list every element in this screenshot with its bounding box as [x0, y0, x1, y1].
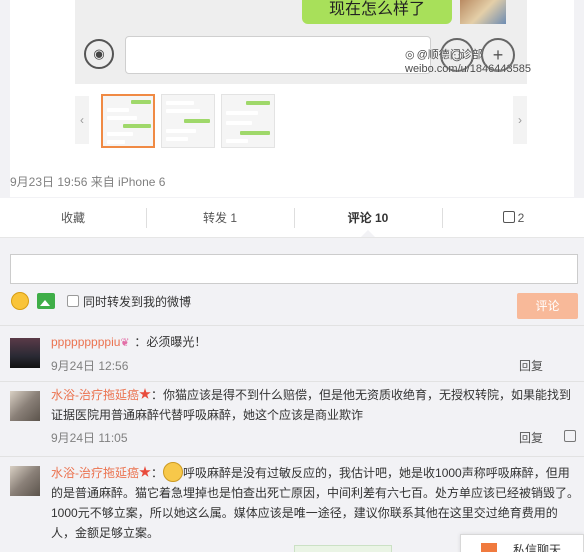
private-chat-button[interactable]: 私信聊天 — [460, 534, 584, 552]
image-watermark: ◎ @顺德门诊部 weibo.com/u/1846443585 — [405, 48, 535, 76]
comment-item: 水浴-治疗拖延癌 ：你猫应该是得不到什么赔偿，但是他无资质收绝育，无授权转院，如果… — [0, 381, 584, 455]
chevron-left-icon[interactable]: ‹ — [75, 96, 89, 144]
post-media-card: 现在怎么样了 ◉ ☺ + ◎ @顺德门诊部 weibo.com/u/1846443… — [10, 0, 574, 197]
comment-body: 水浴-治疗拖延癌 ：你猫应该是得不到什么赔偿，但是他无资质收绝育，无授权转院，如果… — [51, 385, 579, 425]
image-upload-icon[interactable] — [37, 293, 55, 309]
comment-body: pppppppppiu❦ ：必须曝光！ — [51, 332, 579, 352]
thumbs-up-icon[interactable] — [564, 430, 576, 442]
favorite-button[interactable]: 收藏 — [0, 198, 146, 238]
comment-list: pppppppppiu❦ ：必须曝光！ 9月24日 12:56 回复 水浴-治疗拖… — [0, 325, 584, 552]
active-tab-indicator — [361, 230, 375, 237]
post-action-bar: 收藏 转发 1 评论 10 2 — [0, 198, 584, 238]
post-time-source: 9月23日 19:56 来自 iPhone 6 — [10, 175, 166, 189]
commenter-name[interactable]: 水浴-治疗拖延癌 — [51, 466, 139, 480]
repost-checkbox-label: 同时转发到我的微博 — [83, 295, 192, 309]
comment-body: 水浴-治疗拖延癌：呼吸麻醉是没有过敏反应的，我估计吧，她是收1000声称呼吸麻醉… — [51, 462, 579, 543]
chevron-right-icon[interactable]: › — [513, 96, 527, 144]
comment-time: 9月24日 11:05 — [51, 431, 128, 445]
repost-button[interactable]: 转发 1 — [147, 198, 293, 238]
submit-comment-button[interactable]: 评论 — [517, 293, 578, 319]
reply-button[interactable]: 回复 — [519, 429, 543, 446]
like-button[interactable]: 2 — [443, 198, 584, 238]
repost-checkbox[interactable] — [67, 295, 79, 307]
comment-text: ：必须曝光！ — [134, 335, 207, 349]
weibo-logo-icon: ◎ — [405, 49, 415, 61]
watermark-handle: @顺德门诊部 — [416, 49, 483, 61]
like-count: 2 — [517, 211, 525, 225]
emoji-face-icon — [163, 462, 184, 482]
floating-toolbar[interactable] — [294, 545, 392, 552]
star-badge-icon — [139, 388, 151, 399]
private-chat-label: 私信聊天 — [513, 543, 562, 552]
commenter-name[interactable]: 水浴-治疗拖延癌 — [51, 388, 139, 402]
thumbnail-3[interactable] — [221, 94, 275, 148]
comment-time: 9月24日 12:56 — [51, 359, 129, 373]
image-thumbnail-strip: ‹ › — [75, 92, 527, 148]
avatar[interactable] — [10, 338, 40, 368]
butterfly-badge-icon: ❦ — [120, 337, 130, 349]
avatar[interactable] — [10, 466, 40, 496]
reply-button[interactable]: 回复 — [519, 357, 543, 374]
thumbnail-2[interactable] — [161, 94, 215, 148]
emoji-icon[interactable] — [11, 292, 29, 310]
avatar[interactable] — [10, 391, 40, 421]
thumbnail-1[interactable] — [101, 94, 155, 148]
commenter-name[interactable]: pppppppppiu — [51, 335, 120, 349]
chat-avatar — [460, 0, 506, 24]
envelope-icon — [481, 543, 497, 552]
comment-composer: 同时转发到我的微博 评论 — [0, 239, 584, 325]
watermark-url: weibo.com/u/1846443585 — [405, 63, 531, 75]
comment-item: pppppppppiu❦ ：必须曝光！ 9月24日 12:56 回复 — [0, 325, 584, 380]
chat-bubble: 现在怎么样了 — [302, 0, 452, 24]
voice-icon: ◉ — [84, 39, 114, 69]
star-badge-icon — [139, 466, 151, 477]
comment-input[interactable] — [10, 254, 578, 284]
thumbs-up-icon — [502, 211, 515, 223]
chat-input-box — [125, 36, 431, 74]
